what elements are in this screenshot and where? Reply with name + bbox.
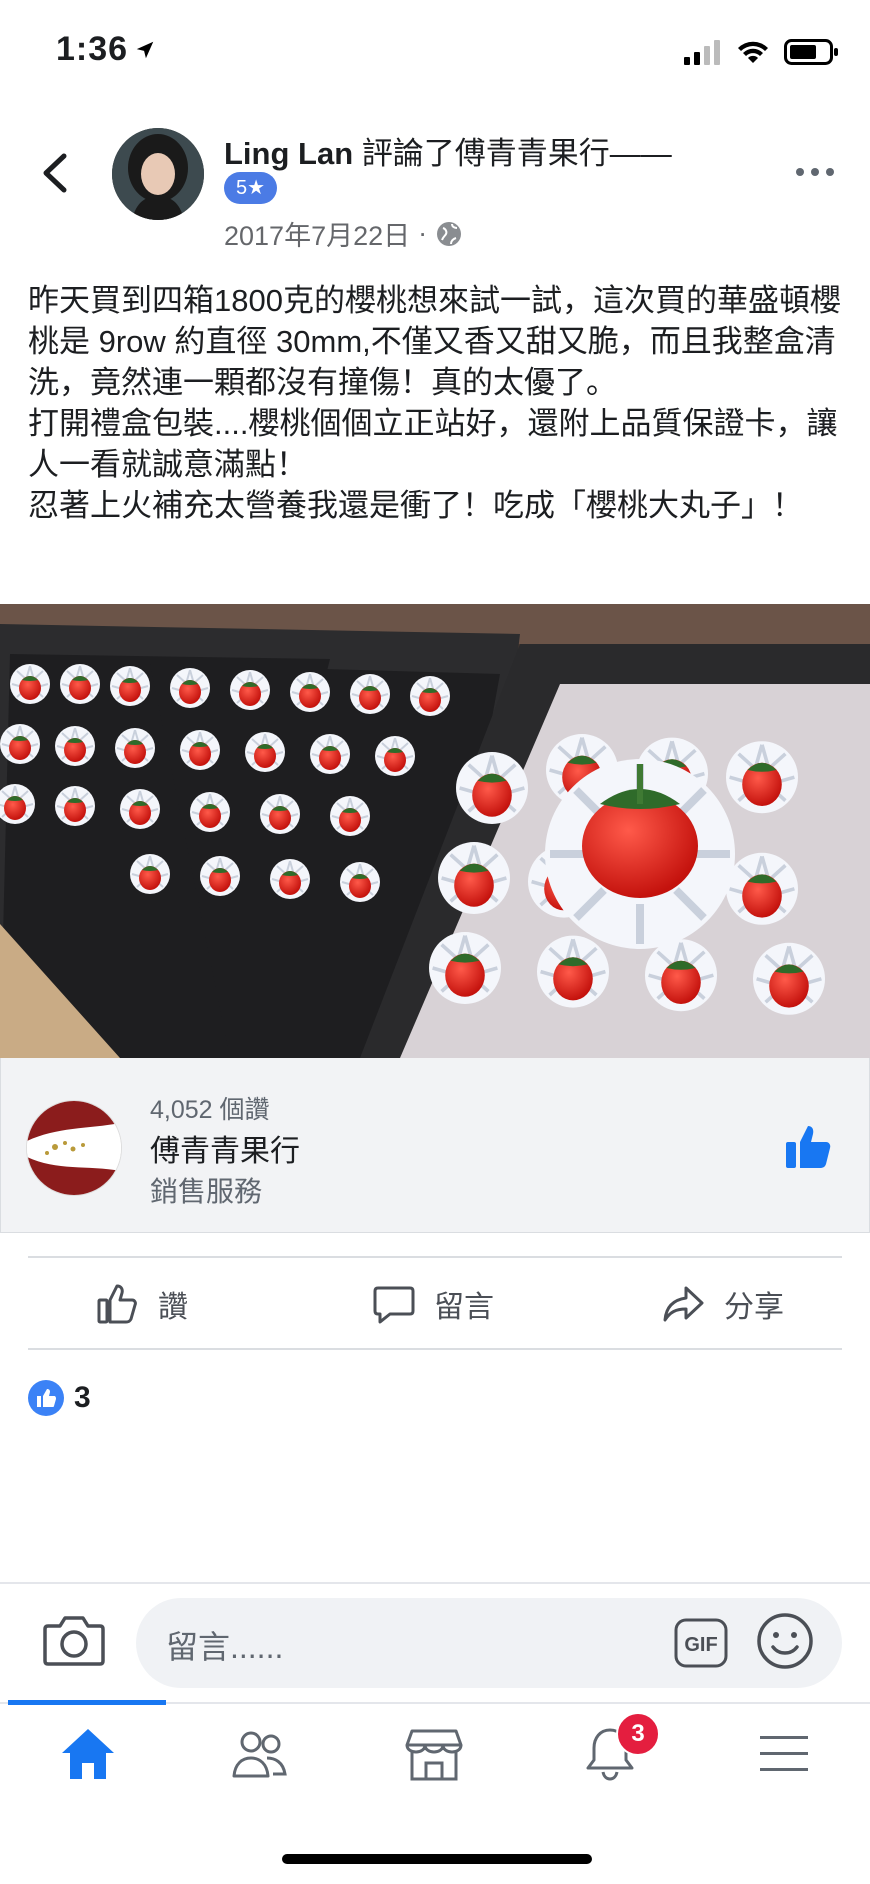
home-icon	[62, 1729, 114, 1779]
camera-button[interactable]	[42, 1612, 106, 1668]
share-label: 分享	[724, 1291, 784, 1324]
comment-label: 留言	[434, 1291, 494, 1324]
meta-separator: ·	[418, 218, 428, 248]
post-date[interactable]: 2017年7月22日	[224, 214, 410, 253]
share-arrow-icon	[663, 1286, 704, 1322]
battery-icon	[784, 39, 838, 65]
like-reaction-icon	[28, 1380, 64, 1416]
back-button[interactable]	[36, 148, 76, 198]
like-button[interactable]: 讚	[96, 1282, 188, 1326]
thumbs-up-outline-icon	[97, 1284, 137, 1324]
more-dots-icon	[796, 168, 804, 176]
notification-badge: 3	[616, 1712, 660, 1756]
page-like-button[interactable]	[784, 1122, 834, 1172]
status-time: 1:36	[56, 30, 156, 69]
author-name[interactable]: Ling Lan	[224, 136, 353, 171]
home-indicator	[282, 1854, 592, 1864]
avatar-photo	[112, 128, 204, 220]
signal-icon	[684, 40, 720, 65]
like-label: 讚	[158, 1291, 188, 1324]
svg-text:GIF: GIF	[684, 1634, 717, 1656]
location-arrow-icon	[136, 41, 154, 58]
page-logo-image	[27, 1101, 121, 1195]
author-line: Ling Lan 評論了傅青青果行——	[224, 128, 672, 173]
thumbs-up-icon	[786, 1126, 831, 1168]
menu-icon	[760, 1736, 808, 1771]
comment-placeholder[interactable]: 留言......	[166, 1622, 283, 1668]
page-category: 銷售服務	[150, 1176, 263, 1207]
chevron-left-icon	[43, 153, 67, 193]
strawberry-photo	[0, 604, 870, 1058]
tab-marketplace[interactable]	[402, 1722, 466, 1786]
status-time-text: 1:36	[56, 30, 129, 68]
status-icons	[682, 38, 840, 66]
page-name[interactable]: 傅青青果行	[150, 1126, 300, 1170]
author-avatar[interactable]	[112, 128, 204, 220]
page-card[interactable]	[0, 1058, 870, 1233]
gif-icon: GIF	[674, 1618, 728, 1668]
camera-icon	[43, 1616, 105, 1666]
rank-badge: 5★	[224, 172, 278, 204]
globe-icon	[437, 221, 462, 246]
page-logo[interactable]	[26, 1100, 122, 1196]
comment-button[interactable]: 留言	[372, 1282, 494, 1326]
emoji-button[interactable]	[756, 1612, 814, 1670]
gif-button[interactable]: GIF	[674, 1618, 728, 1668]
share-button[interactable]: 分享	[662, 1282, 784, 1326]
tab-active-indicator	[8, 1700, 166, 1705]
smiley-icon	[757, 1613, 813, 1669]
author-action: 評論了傅青青果行——	[361, 136, 672, 171]
wifi-icon	[738, 41, 768, 63]
tab-friends[interactable]	[228, 1722, 292, 1786]
tab-home[interactable]	[56, 1722, 120, 1786]
more-options-button[interactable]	[796, 168, 834, 176]
reaction-count: 3	[74, 1381, 91, 1414]
post-text: 昨天買到四箱1800克的櫻桃想來試一試，這次買的華盛頓櫻桃是 9row 約直徑 …	[28, 283, 841, 523]
friends-icon	[232, 1731, 287, 1778]
post-photo[interactable]	[0, 604, 870, 1058]
action-divider-top	[28, 1256, 842, 1258]
marketplace-icon	[405, 1729, 463, 1781]
page-likes: 4,052 個讚	[150, 1096, 270, 1124]
reaction-summary[interactable]: 3	[28, 1380, 91, 1416]
composer-divider	[0, 1582, 870, 1584]
post-meta: 2017年7月22日 ·	[224, 214, 463, 253]
comment-bubble-icon	[373, 1286, 415, 1324]
action-divider-bottom	[28, 1348, 842, 1350]
tab-menu[interactable]	[752, 1722, 816, 1786]
